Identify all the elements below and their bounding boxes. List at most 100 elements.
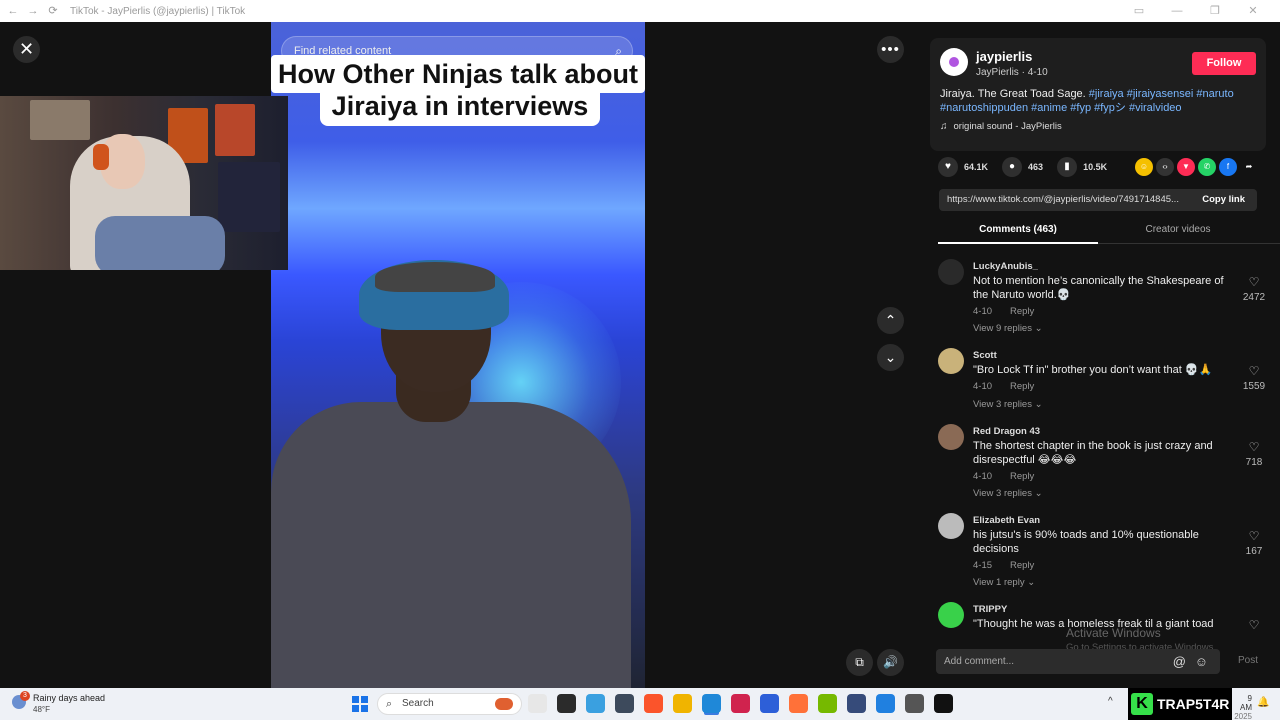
save-button[interactable]: ▮ 10.5K (1057, 157, 1107, 177)
minimize-button[interactable]: — (1158, 3, 1196, 19)
heart-outline-icon: ♡ (1248, 618, 1260, 630)
comment-count: 463 (1028, 162, 1044, 172)
taskbar-clock[interactable]: 9 AM 2025 (1234, 694, 1252, 720)
whatsapp-icon[interactable]: ✆ (1198, 158, 1216, 176)
tab-comments[interactable]: Comments (463) (938, 219, 1098, 244)
reply-button[interactable]: Reply (1010, 381, 1034, 392)
screen: ← → ⟳ TikTok - JayPierlis (@jaypierlis) … (0, 0, 1280, 720)
comment-button[interactable]: ● 463 (1002, 157, 1043, 177)
reply-button[interactable]: Reply (1010, 471, 1034, 482)
like-button[interactable]: ♥ 64.1K (938, 157, 988, 177)
comment-like-button[interactable]: ♡ 167 (1240, 529, 1268, 557)
taskbar-app-icon[interactable] (644, 694, 663, 713)
comment-item: LuckyAnubis_ Not to mention he’s canonic… (938, 255, 1268, 344)
comment-list[interactable]: LuckyAnubis_ Not to mention he’s canonic… (938, 255, 1268, 630)
comment-like-button[interactable]: ♡ 718 (1240, 440, 1268, 468)
follow-button[interactable]: Follow (1192, 52, 1256, 75)
view-replies-button[interactable]: View 9 replies ⌄ (973, 323, 1043, 334)
video-url[interactable]: https://www.tiktok.com/@jaypierlis/video… (947, 189, 1187, 211)
commenter-name[interactable]: Scott (973, 350, 997, 361)
commenter-avatar[interactable] (938, 424, 964, 450)
commenter-avatar[interactable] (938, 602, 964, 628)
like-count: 64.1K (964, 162, 989, 172)
taskbar-app-icon[interactable] (528, 694, 547, 713)
copy-link-button[interactable]: Copy link (1202, 189, 1245, 211)
reply-button[interactable]: Reply (1010, 560, 1034, 571)
close-window-button[interactable]: ✕ (1234, 3, 1272, 19)
comment-meta: 4-10 Reply (973, 471, 1034, 482)
close-icon[interactable]: ✕ (13, 36, 40, 63)
mention-icon[interactable]: @ (1173, 649, 1186, 674)
tab-creator-videos[interactable]: Creator videos (1098, 219, 1258, 244)
chevron-up-icon[interactable]: ⌃ (877, 307, 904, 334)
emoji-icon[interactable]: ☺ (1195, 649, 1208, 674)
taskbar-app-icon[interactable] (847, 694, 866, 713)
back-icon[interactable]: ← (6, 4, 20, 18)
weather-badge: 3 (20, 691, 30, 701)
taskbar-app-icon[interactable] (702, 694, 721, 713)
comment-date: 4-10 (973, 306, 993, 317)
window-titlebar: ← → ⟳ TikTok - JayPierlis (@jaypierlis) … (0, 0, 1280, 22)
comment-like-button[interactable]: ♡ (1240, 618, 1268, 630)
notification-icon[interactable]: 🔔 (1257, 697, 1269, 708)
commenter-name[interactable]: Red Dragon 43 (973, 426, 1040, 437)
taskbar-app-icon[interactable] (731, 694, 750, 713)
creator-subline: JayPierlis · 4-10 (976, 67, 1048, 78)
weather-title: Rainy days ahead (33, 693, 106, 703)
taskbar-app-icon[interactable] (789, 694, 808, 713)
taskbar-app-icon[interactable] (615, 694, 634, 713)
creator-username[interactable]: jaypierlis (976, 49, 1032, 64)
search-highlight-icon (495, 698, 513, 710)
friends-share-icon[interactable]: ☺ (1135, 158, 1153, 176)
taskbar-app-icon[interactable] (673, 694, 692, 713)
comment-meta: 4-10 Reply (973, 306, 1034, 317)
taskbar-search-input[interactable]: ⌕ Search (377, 693, 522, 715)
maximize-button[interactable]: ❐ (1196, 3, 1234, 19)
taskbar-app-icon[interactable] (876, 694, 895, 713)
sound-link[interactable]: ♫ original sound - JayPierlis (940, 121, 1062, 132)
share-arrow-icon[interactable]: ➦ (1240, 158, 1258, 176)
forward-icon[interactable]: → (26, 4, 40, 18)
reload-icon[interactable]: ⟳ (46, 4, 60, 18)
view-replies-button[interactable]: View 3 replies ⌄ (973, 399, 1043, 410)
taskbar-app-icon[interactable] (905, 694, 924, 713)
comment-input[interactable]: Add comment... @ ☺ (936, 649, 1220, 674)
heart-outline-icon: ♡ (1248, 529, 1260, 543)
headphones-icon (93, 144, 109, 170)
commenter-avatar[interactable] (938, 259, 964, 285)
comment-text: The shortest chapter in the book is just… (973, 440, 1213, 466)
view-replies-button[interactable]: View 3 replies ⌄ (973, 488, 1043, 499)
taskbar-app-icon[interactable] (586, 694, 605, 713)
post-comment-button[interactable]: Post (1238, 655, 1258, 666)
video-player[interactable]: Find related content ⌕ How Other Ninjas … (271, 22, 645, 688)
tray-overflow-icon[interactable]: ^ (1108, 696, 1113, 707)
webcam-poster (215, 104, 255, 156)
send-icon[interactable]: ▼ (1177, 158, 1195, 176)
taskbar-app-icon[interactable] (760, 694, 779, 713)
commenter-avatar[interactable] (938, 513, 964, 539)
commenter-name[interactable]: Elizabeth Evan (973, 515, 1040, 526)
picture-in-picture-icon[interactable]: ⧉ (846, 649, 873, 676)
comment-like-button[interactable]: ♡ 1559 (1240, 364, 1268, 392)
commenter-name[interactable]: LuckyAnubis_ (973, 261, 1038, 272)
taskbar-app-icon[interactable] (818, 694, 837, 713)
windows-start-icon[interactable] (352, 696, 368, 712)
chevron-down-icon[interactable]: ⌄ (877, 344, 904, 371)
app-options-icon[interactable]: ▭ (1120, 3, 1158, 19)
comment-text: his jutsu's is 90% toads and 10% questio… (973, 529, 1199, 555)
embed-icon[interactable]: ‹› (1156, 158, 1174, 176)
comment-like-button[interactable]: ♡ 2472 (1240, 275, 1268, 303)
commenter-name[interactable]: TRIPPY (973, 604, 1007, 615)
creator-avatar[interactable] (940, 48, 968, 76)
volume-icon[interactable]: 🔊 (877, 649, 904, 676)
windows-taskbar: 3 Rainy days ahead 48°F ⌕ Search ^ K TRA… (0, 688, 1280, 720)
comment-date: 4-10 (973, 471, 993, 482)
facebook-icon[interactable]: f (1219, 158, 1237, 176)
more-options-button[interactable]: ••• (877, 36, 904, 63)
commenter-avatar[interactable] (938, 348, 964, 374)
webcam-poster (218, 162, 280, 232)
view-replies-button[interactable]: View 1 reply ⌄ (973, 577, 1035, 588)
taskbar-app-icon[interactable] (934, 694, 953, 713)
taskbar-app-icon[interactable] (557, 694, 576, 713)
reply-button[interactable]: Reply (1010, 306, 1034, 317)
